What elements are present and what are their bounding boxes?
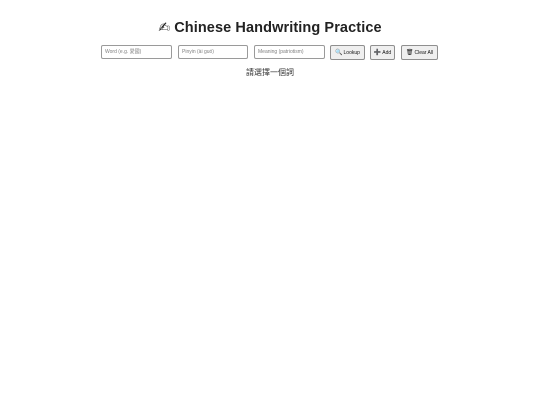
lookup-button-label: Lookup	[343, 49, 360, 56]
add-button[interactable]: ➕ Add	[370, 45, 395, 60]
writing-hand-icon: ✍	[158, 19, 171, 35]
page-title-text: Chinese Handwriting Practice	[174, 20, 382, 36]
clear-all-button-label: Clear All	[414, 49, 434, 56]
pinyin-input[interactable]	[178, 45, 248, 59]
add-button-label: Add	[382, 49, 392, 56]
magnifier-icon: 🔍	[335, 49, 343, 56]
meaning-input[interactable]	[254, 45, 325, 59]
plus-icon: ➕	[373, 49, 382, 56]
lookup-button[interactable]: 🔍 Lookup	[330, 45, 365, 60]
page-title: ✍ Chinese Handwriting Practice	[0, 17, 540, 38]
trash-icon: 🗑	[405, 49, 414, 56]
word-input[interactable]	[101, 45, 172, 59]
app-page: ✍Chinese Handwriting Practice 🔍 Lookup ➕…	[0, 0, 540, 405]
clear-all-button[interactable]: 🗑 Clear All	[401, 45, 438, 60]
select-word-prompt: 請選擇一個詞	[246, 68, 294, 77]
